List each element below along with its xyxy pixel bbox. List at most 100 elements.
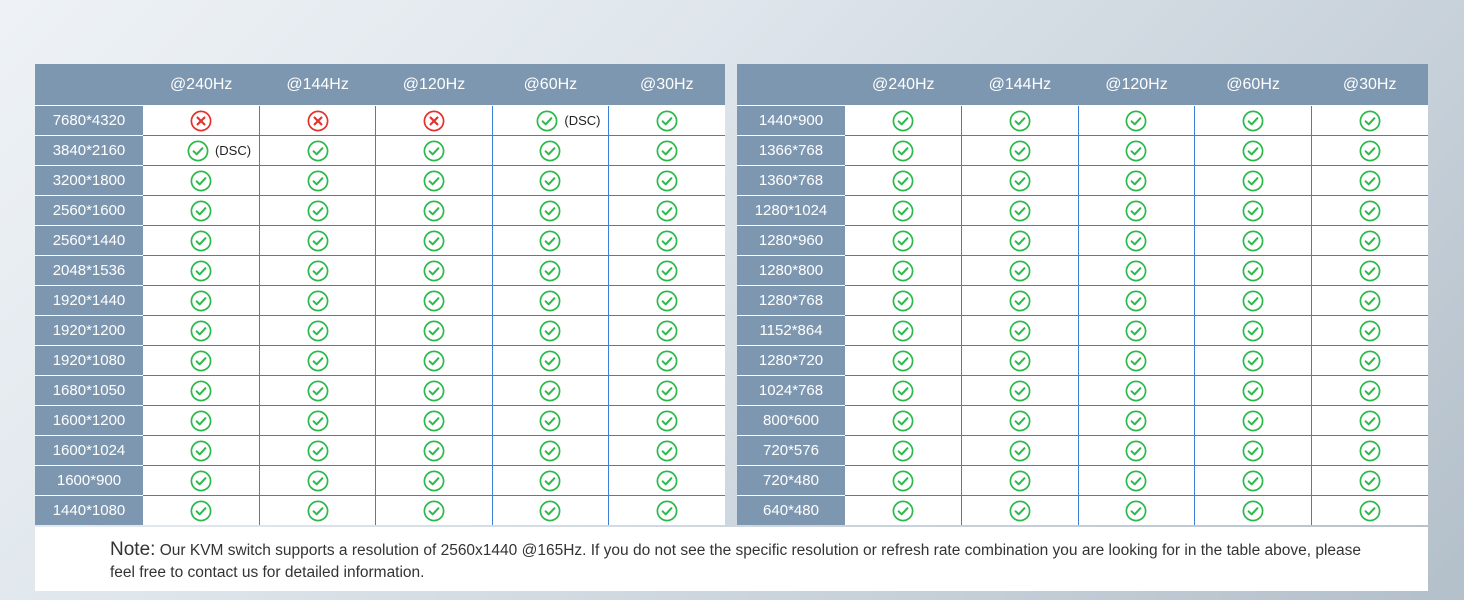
check-circle-icon xyxy=(656,110,678,132)
support-cell xyxy=(375,165,493,196)
resolution-table-left: @240Hz @144Hz @120Hz @60Hz @30Hz 7680*4320 (D… xyxy=(35,64,725,525)
check-circle-icon xyxy=(423,320,445,342)
resolution-label: 1920*1200 xyxy=(35,315,143,346)
support-cell xyxy=(1077,345,1195,376)
support-cell xyxy=(491,165,609,196)
check-circle-icon xyxy=(1125,110,1147,132)
support-cell xyxy=(375,375,493,406)
check-circle-icon xyxy=(1009,410,1031,432)
check-circle-icon xyxy=(1125,260,1147,282)
table-row: 1600*1024 xyxy=(35,435,725,466)
table-row: 7680*4320 (DSC) xyxy=(35,105,725,136)
table-row: 720*480 xyxy=(737,465,1428,496)
check-circle-icon xyxy=(1009,320,1031,342)
check-circle-icon xyxy=(656,440,678,462)
check-circle-icon xyxy=(539,260,561,282)
table-row: 640*480 xyxy=(737,495,1428,525)
support-cell xyxy=(1194,135,1312,166)
table-row: 3840*2160 (DSC) xyxy=(35,135,725,166)
check-circle-icon xyxy=(423,140,445,162)
check-circle-icon xyxy=(656,290,678,312)
resolution-label: 1280*1024 xyxy=(737,195,845,226)
check-circle-icon xyxy=(1242,350,1264,372)
check-circle-icon xyxy=(1242,500,1264,522)
support-cell xyxy=(845,195,962,226)
check-circle-icon xyxy=(656,410,678,432)
check-circle-icon xyxy=(892,140,914,162)
support-cell xyxy=(1077,495,1195,525)
support-cell xyxy=(1077,405,1195,436)
note-label: Note: xyxy=(110,539,156,560)
check-circle-icon xyxy=(656,200,678,222)
check-circle-icon xyxy=(892,500,914,522)
check-circle-icon xyxy=(1009,230,1031,252)
check-circle-icon xyxy=(307,290,329,312)
header-refresh-rate: @30Hz xyxy=(608,64,725,106)
support-cell xyxy=(1077,225,1195,256)
support-cell xyxy=(1310,195,1428,226)
check-circle-icon xyxy=(1009,110,1031,132)
check-circle-icon xyxy=(1242,200,1264,222)
check-circle-icon xyxy=(656,170,678,192)
support-cell xyxy=(1310,405,1428,436)
resolution-label: 1600*1024 xyxy=(35,435,143,466)
support-cell xyxy=(1310,315,1428,346)
check-circle-icon xyxy=(539,140,561,162)
support-cell xyxy=(143,285,260,316)
table-row: 1280*1024 xyxy=(737,195,1428,226)
check-circle-icon xyxy=(1009,440,1031,462)
resolution-label: 3200*1800 xyxy=(35,165,143,196)
check-circle-icon xyxy=(1359,260,1381,282)
support-cell xyxy=(1310,375,1428,406)
support-cell xyxy=(1194,105,1312,136)
check-circle-icon xyxy=(187,140,209,162)
resolution-label: 1600*1200 xyxy=(35,405,143,436)
table-row: 1920*1200 xyxy=(35,315,725,346)
support-cell xyxy=(845,225,962,256)
check-circle-icon xyxy=(539,380,561,402)
table-row: 1280*800 xyxy=(737,255,1428,286)
support-cell xyxy=(1194,495,1312,525)
support-cell xyxy=(961,405,1079,436)
support-cell xyxy=(1077,165,1195,196)
support-cell xyxy=(143,405,260,436)
check-circle-icon xyxy=(423,170,445,192)
check-circle-icon xyxy=(539,230,561,252)
cross-circle-icon xyxy=(190,110,212,132)
check-circle-icon xyxy=(539,470,561,492)
support-cell xyxy=(845,345,962,376)
support-cell xyxy=(961,105,1079,136)
check-circle-icon xyxy=(1242,380,1264,402)
check-circle-icon xyxy=(1125,230,1147,252)
check-circle-icon xyxy=(892,380,914,402)
support-cell xyxy=(961,165,1079,196)
support-cell xyxy=(1310,495,1428,525)
resolution-label: 2560*1440 xyxy=(35,225,143,256)
support-cell xyxy=(491,465,609,496)
check-circle-icon xyxy=(190,470,212,492)
check-circle-icon xyxy=(1359,500,1381,522)
support-cell xyxy=(258,345,376,376)
support-cell xyxy=(1194,375,1312,406)
support-cell xyxy=(375,135,493,166)
resolution-label: 1680*1050 xyxy=(35,375,143,406)
support-cell xyxy=(845,435,962,466)
check-circle-icon xyxy=(307,380,329,402)
support-cell xyxy=(961,345,1079,376)
support-cell xyxy=(608,225,725,256)
support-cell xyxy=(961,285,1079,316)
check-circle-icon xyxy=(656,350,678,372)
support-cell xyxy=(491,255,609,286)
check-circle-icon xyxy=(190,290,212,312)
support-cell xyxy=(143,255,260,286)
check-circle-icon xyxy=(1125,350,1147,372)
resolution-label: 1920*1440 xyxy=(35,285,143,316)
support-cell xyxy=(258,165,376,196)
check-circle-icon xyxy=(423,500,445,522)
resolution-label: 3840*2160 xyxy=(35,135,143,166)
check-circle-icon xyxy=(1009,380,1031,402)
table-row: 1600*900 xyxy=(35,465,725,496)
check-circle-icon xyxy=(190,320,212,342)
check-circle-icon xyxy=(1009,140,1031,162)
check-circle-icon xyxy=(1242,320,1264,342)
